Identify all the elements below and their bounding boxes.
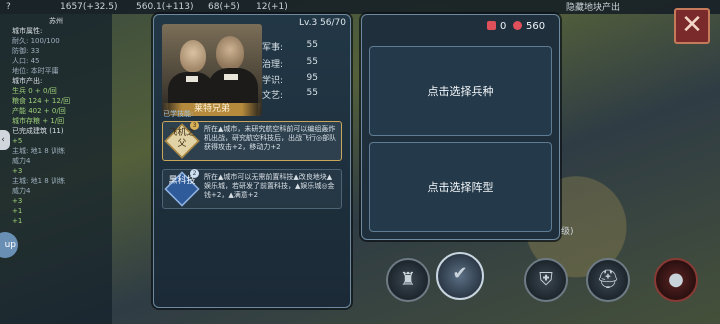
city-info-row: 防御: 33 [12, 47, 40, 55]
happiness-value: 12(+1) [256, 2, 288, 12]
choose-formation-button[interactable]: 点击选择阵型 [369, 142, 552, 232]
gold-value: 1657(+32.5) [60, 2, 118, 12]
red-action-icon[interactable]: ● [654, 258, 698, 302]
skill-name: 飞机之父 [168, 128, 196, 149]
skill-level-badge: 2 [190, 169, 199, 178]
city-info-row: +5 [12, 137, 23, 145]
resource-b-value: 560 [526, 21, 546, 32]
city-name: 苏州 [49, 17, 63, 25]
city-info-row: 城市存粮 + 1/回 [12, 117, 65, 125]
collapse-panel-toggle[interactable]: ‹ [0, 130, 10, 150]
city-info-row: 人口: 45 [12, 57, 40, 65]
stat-label: 文艺: [262, 91, 284, 101]
city-info-row: 城市属性: [12, 27, 43, 35]
stat-value: 95 [306, 73, 318, 83]
stat-label: 治理: [262, 60, 284, 70]
skill-description: 所在▲城市可以无需前置科技▲改良地块▲娱乐城，若研发了前置科技，▲娱乐城◎金钱+… [204, 173, 335, 199]
stat-label: 学识: [262, 76, 284, 86]
close-button[interactable]: ✕ [674, 8, 710, 44]
skills-label: 已学技能: [163, 110, 194, 118]
city-info-row: 已完成建筑 (11) [12, 127, 64, 135]
stat-value: 55 [306, 88, 318, 98]
choose-unit-button[interactable]: 点击选择兵种 [369, 46, 552, 136]
city-info-row: 主城: 地1 8 训练 [12, 177, 65, 185]
city-info-row: 威力4 [12, 187, 31, 195]
science-value: 560.1(+113) [136, 2, 194, 12]
hero-card: 莱特兄弟 [153, 14, 351, 308]
stat-value: 55 [306, 40, 318, 50]
castle-icon[interactable]: ♜ [386, 258, 430, 302]
hero-level: Lv.3 56/70 [298, 18, 346, 28]
skill-card-aircraft-father[interactable]: 飞机之父 3 所在▲城市，未研究航空科前可以编组轰炸机出战，研究航空科技后，出战… [162, 121, 342, 161]
ammo-icon [487, 21, 496, 30]
city-info-row: 产能 402 + 0/回 [12, 107, 66, 115]
city-info-row: +3 [12, 197, 23, 205]
skill-level-badge: 3 [190, 121, 199, 130]
stat-value: 55 [306, 57, 318, 67]
stat-label: 军事: [262, 43, 284, 53]
city-info-row: +1 [12, 207, 23, 215]
menu-icon[interactable]: ? [6, 0, 11, 14]
resource-b: 560 [513, 21, 545, 32]
city-info-row: 威力4 [12, 157, 31, 165]
gear-icon [513, 21, 522, 30]
city-info-row: +3 [12, 167, 23, 175]
skill-card-black-tech[interactable]: 黑科技 2 所在▲城市可以无需前置科技▲改良地块▲娱乐城，若研发了前置科技，▲娱… [162, 169, 342, 209]
city-info-row: 主城: 地1 8 训练 [12, 147, 65, 155]
city-info-row: 地位: 本时平庸 [12, 67, 59, 75]
city-info-row: +1 [12, 217, 23, 225]
city-info-row: 城市产出: [12, 77, 43, 85]
hide-tile-output-label[interactable]: 隐藏地块产出 [566, 1, 620, 15]
side-fragment-text: 级) [561, 227, 574, 237]
confirm-check-icon[interactable]: ✔ [436, 252, 484, 300]
skill-description: 所在▲城市，未研究航空科前可以编组轰炸机出战，研究航空科技后，出战飞行◎部队获得… [204, 125, 337, 151]
resource-a: 0 [487, 21, 506, 32]
city-info-row: 耐久: 100/100 [12, 37, 60, 45]
resource-bar: ? 1657(+32.5) 560.1(+113) 68(+5) 12(+1) … [0, 0, 720, 14]
shield-icon[interactable]: ⛨ [524, 258, 568, 302]
resource-a-value: 0 [500, 21, 507, 32]
city-info-row: 生兵 0 + 0/回 [12, 87, 57, 95]
city-info-panel: 苏州 城市属性: 耐久: 100/100 防御: 33 人口: 45 地位: 本时平庸城… [0, 14, 112, 324]
city-info-row: 粮食 124 + 12/回 [12, 97, 71, 105]
helmet-icon[interactable]: ⛑ [586, 258, 630, 302]
culture-value: 68(+5) [208, 2, 240, 12]
